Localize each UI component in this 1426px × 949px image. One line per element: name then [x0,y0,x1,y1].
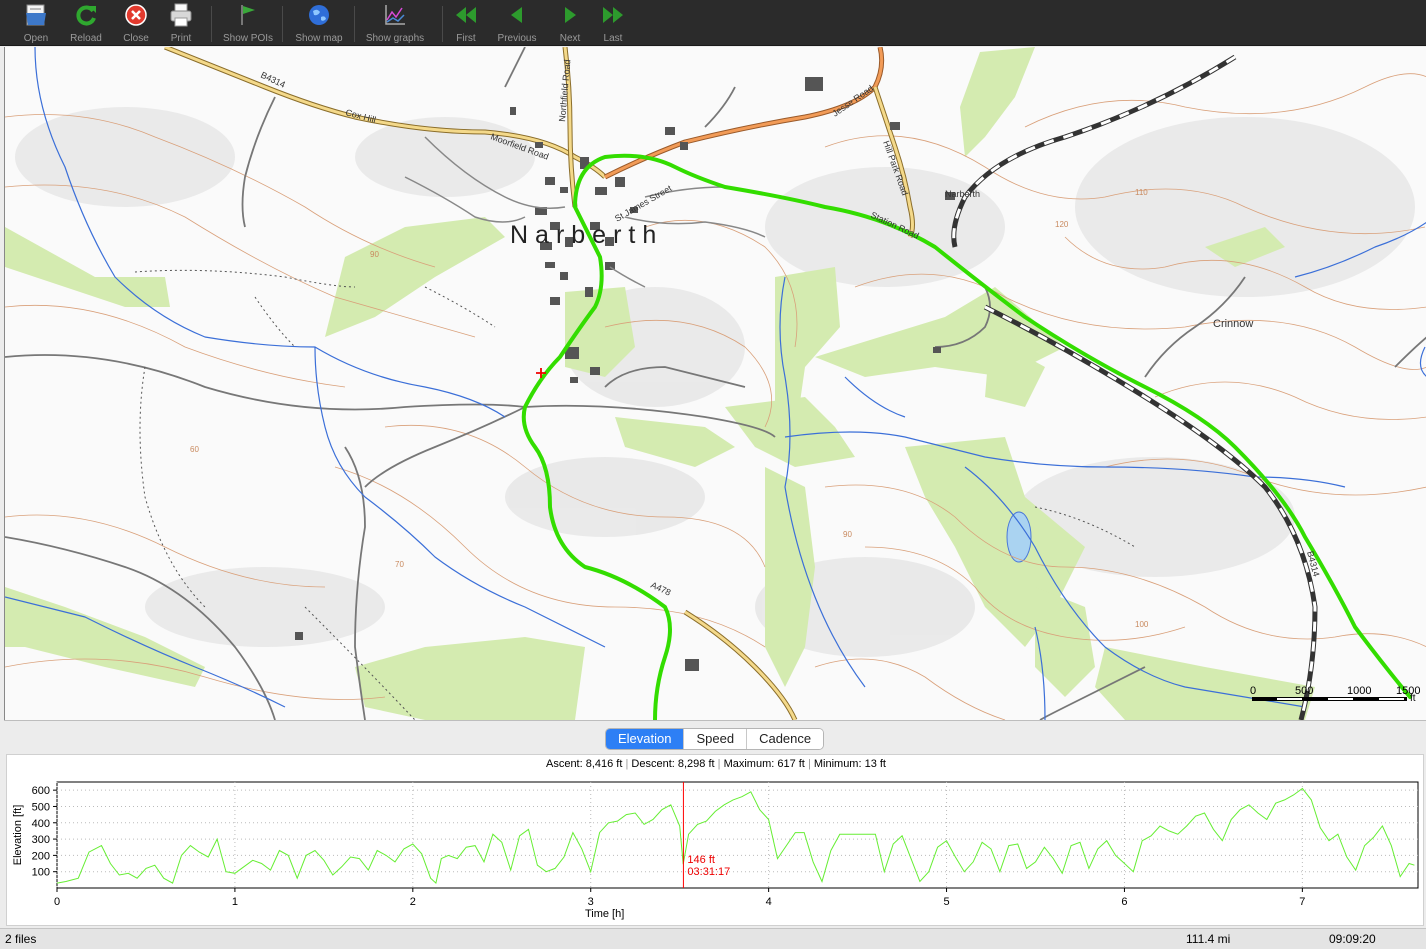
road-label-jesse: Jesse Road [830,83,875,118]
y-tick-label: 300 [32,834,50,846]
print-label: Print [170,33,192,44]
x-axis: 0 1 2 3 4 5 6 7 [54,888,1305,908]
contour-label: 120 [1055,220,1069,229]
left-arrow-icon [511,7,522,23]
double-right-arrow-icon [603,7,623,23]
map-canvas[interactable]: Narberth Crinnow Narberth B4314 B4314 Co… [5,47,1426,720]
contour-label: 60 [190,445,199,454]
previous-label: Previous [497,33,537,44]
y-tick-label: 200 [32,850,50,862]
x-tick-label: 5 [943,896,949,908]
previous-button[interactable]: Previous [494,0,540,46]
contour-label: 90 [843,530,852,539]
tab-cadence[interactable]: Cadence [746,729,824,749]
road-label-a478: A478 [649,580,672,598]
show-map-label: Show map [295,33,343,44]
close-button[interactable]: Close [118,0,154,46]
show-graphs-button[interactable]: Show graphs [361,0,429,46]
road-label-st-james: St James Street [613,183,674,224]
scale-tick-1000: 1000 [1347,685,1371,697]
chart-svg[interactable]: 100 200 300 400 500 600 0 1 2 3 4 5 6 7 146 ft 03:31… [7,755,1425,925]
y-axis: 100 200 300 400 500 600 [32,785,57,879]
y-tick-label: 500 [32,801,50,813]
folder-open-icon [26,4,46,26]
hillshade [15,107,1415,657]
x-tick-label: 3 [588,896,594,908]
town-label: Narberth [510,221,663,249]
tab-elevation[interactable]: Elevation [606,729,684,749]
show-pois-label: Show POIs [222,33,274,44]
lake [1006,511,1032,563]
reload-icon [76,5,96,26]
first-label: First [456,33,476,44]
x-tick-label: 6 [1121,896,1127,908]
show-map-button[interactable]: Show map [290,0,348,46]
globe-icon [309,5,329,25]
toolbar-separator [354,6,355,42]
contour-label: 90 [370,250,379,259]
right-arrow-icon [565,7,576,23]
station-label: Narberth [945,189,980,199]
x-tick-label: 2 [410,896,416,908]
scale-unit: ft [1410,693,1416,704]
scale-tick-500: 500 [1295,685,1313,697]
status-bar: 2 files 111.4 mi 09:09:20 [0,928,1426,949]
flag-icon [241,5,255,25]
graph-panel: Elevation Speed Cadence Ascent: 8,416 ft… [4,720,1426,928]
open-button[interactable]: Open [20,0,52,46]
contour-label: 70 [395,560,404,569]
y-axis-label: Elevation [ft] [12,805,24,866]
last-label: Last [603,33,623,44]
elevation-graph[interactable]: Ascent: 8,416 ft | Descent: 8,298 ft | M… [6,754,1424,926]
y-tick-label: 100 [32,867,50,879]
close-label: Close [123,33,149,44]
graph-icon [385,5,405,25]
print-button[interactable]: Print [164,0,198,46]
scale-tick-1500: 1500 [1396,685,1420,697]
contour-label: 100 [1135,620,1149,629]
hamlet-label: Crinnow [1213,318,1253,330]
double-left-arrow-icon [456,7,476,23]
tab-speed[interactable]: Speed [683,729,747,749]
y-tick-label: 600 [32,785,50,797]
last-button[interactable]: Last [597,0,629,46]
total-distance: 111.4 mi [1186,932,1231,946]
next-label: Next [559,33,581,44]
toolbar-separator [211,6,212,42]
printer-icon [170,3,192,27]
contour-label: 110 [1135,188,1148,197]
show-pois-button[interactable]: Show POIs [220,0,276,46]
map-view[interactable]: Narberth Crinnow Narberth B4314 B4314 Co… [4,47,1426,720]
y-tick-label: 400 [32,818,50,830]
x-tick-label: 1 [232,896,238,908]
next-button[interactable]: Next [553,0,587,46]
toolbar-separator [442,6,443,42]
cursor-time-label: 03:31:17 [687,866,730,878]
toolbar: Open Reload Close Print Show POIs Show m… [0,0,1426,46]
x-tick-label: 0 [54,896,60,908]
show-graphs-label: Show graphs [365,33,425,44]
x-tick-label: 7 [1299,896,1305,908]
close-icon [125,4,147,26]
scale-tick-0: 0 [1250,685,1256,697]
road-label-cox-hill: Cox Hill [344,107,377,125]
reload-label: Reload [70,33,102,44]
x-tick-label: 4 [766,896,772,908]
map-scale-bar: 0 500 1000 1500 ft [1250,684,1420,710]
open-label: Open [23,33,49,44]
graph-tabs: Elevation Speed Cadence [605,728,825,750]
total-time: 09:09:20 [1329,932,1376,946]
reload-button[interactable]: Reload [66,0,106,46]
cursor-elevation-label: 146 ft [687,854,715,866]
toolbar-separator [282,6,283,42]
file-count: 2 files [5,932,37,946]
x-axis-label: Time [h] [585,908,624,920]
elevation-line [56,787,1415,885]
first-button[interactable]: First [450,0,482,46]
